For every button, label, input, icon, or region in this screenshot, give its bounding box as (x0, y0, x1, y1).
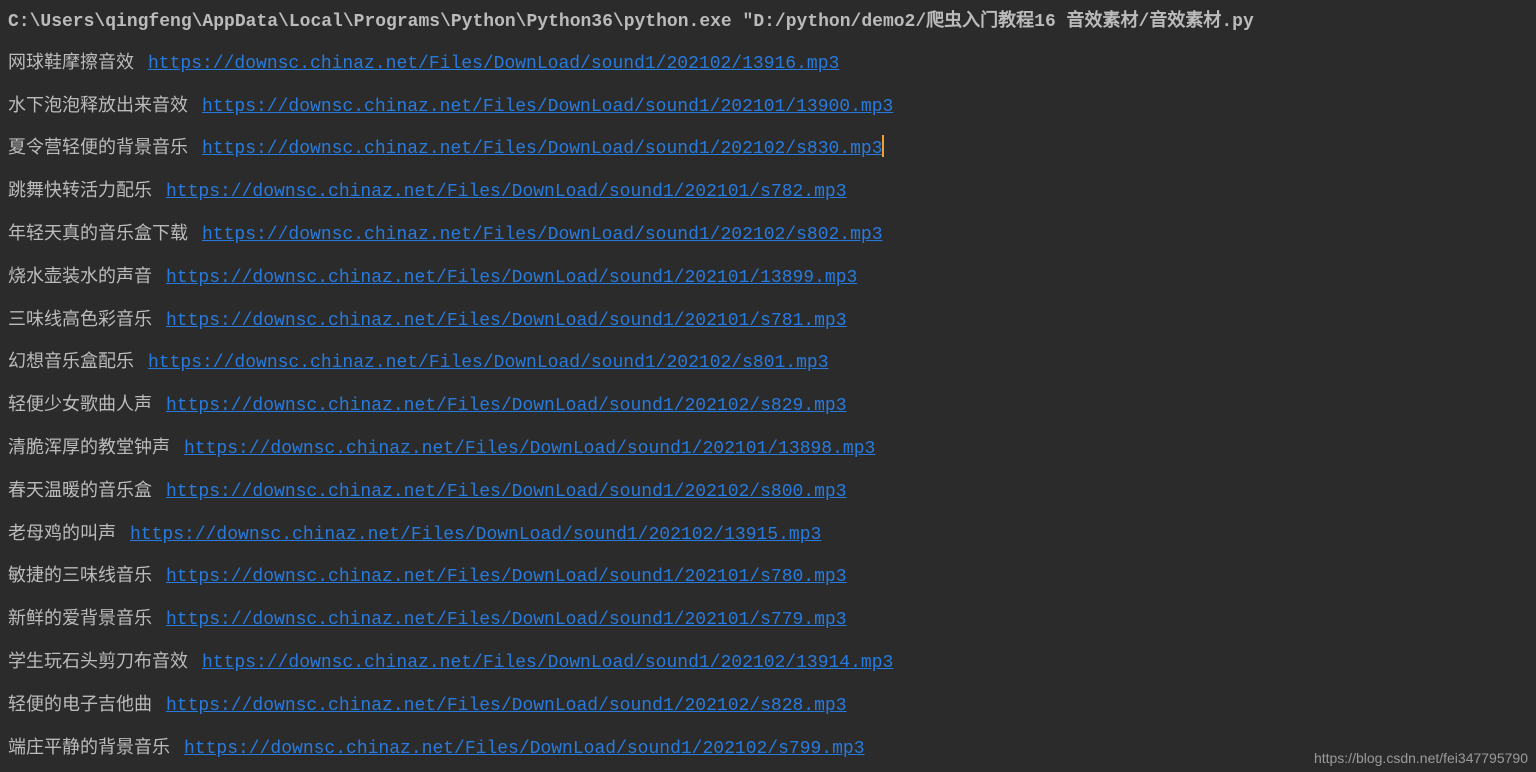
sound-title: 三味线高色彩音乐 (8, 307, 152, 336)
sound-url-link[interactable]: https://downsc.chinaz.net/Files/DownLoad… (166, 606, 847, 635)
output-line: 春天温暖的音乐盒 https://downsc.chinaz.net/Files/… (8, 471, 1528, 514)
sound-title: 清脆浑厚的教堂钟声 (8, 435, 170, 464)
command-line: C:\Users\qingfeng\AppData\Local\Programs… (8, 6, 1528, 37)
sound-url-link[interactable]: https://downsc.chinaz.net/Files/DownLoad… (202, 135, 883, 164)
sound-title: 端庄平静的背景音乐 (8, 735, 170, 764)
sound-url-link[interactable]: https://downsc.chinaz.net/Files/DownLoad… (130, 521, 821, 550)
output-line: 端庄平静的背景音乐 https://downsc.chinaz.net/Files… (8, 728, 1528, 771)
sound-url-link[interactable]: https://downsc.chinaz.net/Files/DownLoad… (166, 692, 847, 721)
output-line: 新鲜的爱背景音乐 https://downsc.chinaz.net/Files/… (8, 599, 1528, 642)
sound-title: 轻便的电子吉他曲 (8, 692, 152, 721)
sound-title: 春天温暖的音乐盒 (8, 478, 152, 507)
output-line: 网球鞋摩擦音效 https://downsc.chinaz.net/Files/D… (8, 43, 1528, 86)
sound-url-link[interactable]: https://downsc.chinaz.net/Files/DownLoad… (166, 307, 847, 336)
sound-title: 年轻天真的音乐盒下载 (8, 221, 188, 250)
output-lines: 网球鞋摩擦音效 https://downsc.chinaz.net/Files/D… (8, 43, 1528, 772)
sound-title: 新鲜的爱背景音乐 (8, 606, 152, 635)
sound-url-link[interactable]: https://downsc.chinaz.net/Files/DownLoad… (166, 392, 847, 421)
output-line: 敏捷的三味线音乐 https://downsc.chinaz.net/Files/… (8, 556, 1528, 599)
output-line: 轻便少女歌曲人声 https://downsc.chinaz.net/Files/… (8, 385, 1528, 428)
sound-url-link[interactable]: https://downsc.chinaz.net/Files/DownLoad… (166, 478, 847, 507)
sound-title: 跳舞快转活力配乐 (8, 178, 152, 207)
sound-title: 轻便少女歌曲人声 (8, 392, 152, 421)
sound-title: 学生玩石头剪刀布音效 (8, 649, 188, 678)
output-line: 老母鸡的叫声 https://downsc.chinaz.net/Files/Do… (8, 514, 1528, 557)
sound-url-link[interactable]: https://downsc.chinaz.net/Files/DownLoad… (202, 649, 893, 678)
sound-url-link[interactable]: https://downsc.chinaz.net/Files/DownLoad… (166, 563, 847, 592)
sound-url-link[interactable]: https://downsc.chinaz.net/Files/DownLoad… (148, 50, 839, 79)
output-line: 跳舞快转活力配乐 https://downsc.chinaz.net/Files/… (8, 171, 1528, 214)
sound-title: 水下泡泡释放出来音效 (8, 93, 188, 122)
output-line: 烧水壶装水的声音 https://downsc.chinaz.net/Files/… (8, 257, 1528, 300)
sound-title: 幻想音乐盒配乐 (8, 349, 134, 378)
watermark-text: https://blog.csdn.net/fei347795790 (1314, 750, 1528, 766)
output-line: 年轻天真的音乐盒下载 https://downsc.chinaz.net/File… (8, 214, 1528, 257)
sound-title: 烧水壶装水的声音 (8, 264, 152, 293)
sound-title: 敏捷的三味线音乐 (8, 563, 152, 592)
output-line: 轻便的电子吉他曲 https://downsc.chinaz.net/Files/… (8, 685, 1528, 728)
output-line: 清脆浑厚的教堂钟声 https://downsc.chinaz.net/Files… (8, 428, 1528, 471)
output-line: 幻想音乐盒配乐 https://downsc.chinaz.net/Files/D… (8, 342, 1528, 385)
console-output[interactable]: C:\Users\qingfeng\AppData\Local\Programs… (0, 0, 1536, 772)
sound-url-link[interactable]: https://downsc.chinaz.net/Files/DownLoad… (166, 178, 847, 207)
sound-url-link[interactable]: https://downsc.chinaz.net/Files/DownLoad… (202, 221, 883, 250)
output-line: 三味线高色彩音乐 https://downsc.chinaz.net/Files/… (8, 300, 1528, 343)
sound-url-link[interactable]: https://downsc.chinaz.net/Files/DownLoad… (184, 735, 865, 764)
output-line: 水下泡泡释放出来音效 https://downsc.chinaz.net/File… (8, 86, 1528, 129)
sound-title: 老母鸡的叫声 (8, 521, 116, 550)
sound-url-link[interactable]: https://downsc.chinaz.net/Files/DownLoad… (166, 264, 857, 293)
output-line: 夏令营轻便的背景音乐 https://downsc.chinaz.net/File… (8, 128, 1528, 171)
sound-title: 网球鞋摩擦音效 (8, 50, 134, 79)
sound-url-link[interactable]: https://downsc.chinaz.net/Files/DownLoad… (148, 349, 829, 378)
sound-title: 夏令营轻便的背景音乐 (8, 135, 188, 164)
output-line: 学生玩石头剪刀布音效 https://downsc.chinaz.net/File… (8, 642, 1528, 685)
sound-url-link[interactable]: https://downsc.chinaz.net/Files/DownLoad… (202, 93, 893, 122)
sound-url-link[interactable]: https://downsc.chinaz.net/Files/DownLoad… (184, 435, 875, 464)
